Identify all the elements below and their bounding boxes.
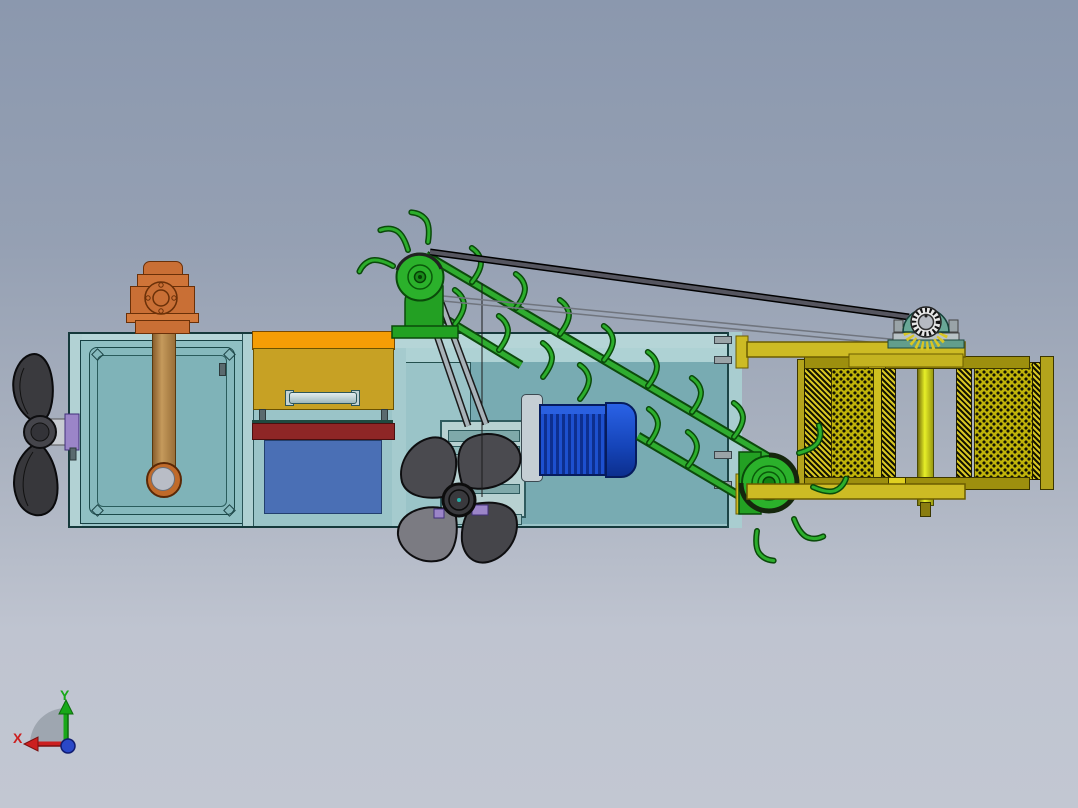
tank-screw xyxy=(219,363,226,376)
handle xyxy=(289,392,357,404)
basket-top-rail-block xyxy=(868,356,886,369)
basket-shaft-stub xyxy=(920,502,931,517)
triad-shadow xyxy=(30,708,66,744)
bow-propeller-shaft xyxy=(49,418,67,446)
pump-skirt xyxy=(135,320,190,334)
rake-tine xyxy=(459,248,486,283)
wall-bolt xyxy=(714,481,732,489)
bearing-housing xyxy=(902,308,950,333)
wall-bolt xyxy=(714,336,732,344)
basket-bottom-rail-block xyxy=(888,477,906,490)
pulley-bracket xyxy=(738,451,772,515)
gearbox-foot xyxy=(444,514,466,525)
basket-dense-panel xyxy=(881,362,896,480)
suction-pipe-end-face xyxy=(151,467,175,491)
wall-bolt xyxy=(714,356,732,364)
red-ledge xyxy=(252,423,395,440)
basket-dense-panel xyxy=(804,362,832,480)
motor-body xyxy=(539,404,607,476)
basket-mesh-panel xyxy=(974,362,1034,480)
x-axis-label: X xyxy=(13,730,23,746)
lower-drive-pulley xyxy=(735,451,800,515)
bearing-base-plate xyxy=(892,332,960,341)
basket-top-rail xyxy=(804,356,1030,369)
blue-panel xyxy=(264,440,382,514)
bow-propeller-hub xyxy=(23,415,57,449)
ball-ring xyxy=(911,307,941,337)
upper-drive-pulley xyxy=(391,252,459,339)
motor-cap xyxy=(605,402,637,478)
wall-bolt xyxy=(714,451,732,459)
rake-tine xyxy=(547,300,574,335)
bow-propeller-blade-upper xyxy=(12,353,54,423)
rake-tine xyxy=(442,290,469,325)
motor-body-top xyxy=(541,406,605,414)
rake-tine xyxy=(359,256,393,279)
gearbox-slot xyxy=(448,484,520,494)
y-axis-label: Y xyxy=(60,687,70,703)
basket-dense-panel xyxy=(956,362,972,480)
bow-propeller-blade-lower xyxy=(13,442,59,517)
gearbox-slot xyxy=(448,446,520,455)
belt-over-pulley xyxy=(395,252,443,271)
suction-pipe xyxy=(152,332,176,480)
rake-tine xyxy=(503,274,530,309)
gearbox-foot xyxy=(500,514,522,525)
z-axis-origin-dot xyxy=(60,738,76,754)
cad-viewport[interactable]: X Y xyxy=(0,0,1078,808)
basket-bottom-rail xyxy=(804,477,1030,490)
gearbox-slot xyxy=(448,430,520,442)
rake-tine xyxy=(411,211,430,243)
hull-open-bay-topband xyxy=(406,348,727,363)
rake-tine xyxy=(380,222,409,257)
origin-triad: X Y xyxy=(13,687,76,754)
basket-frame-right xyxy=(1040,356,1054,490)
basket-mesh-panel xyxy=(831,362,875,480)
belt-around-pulley xyxy=(738,452,800,514)
